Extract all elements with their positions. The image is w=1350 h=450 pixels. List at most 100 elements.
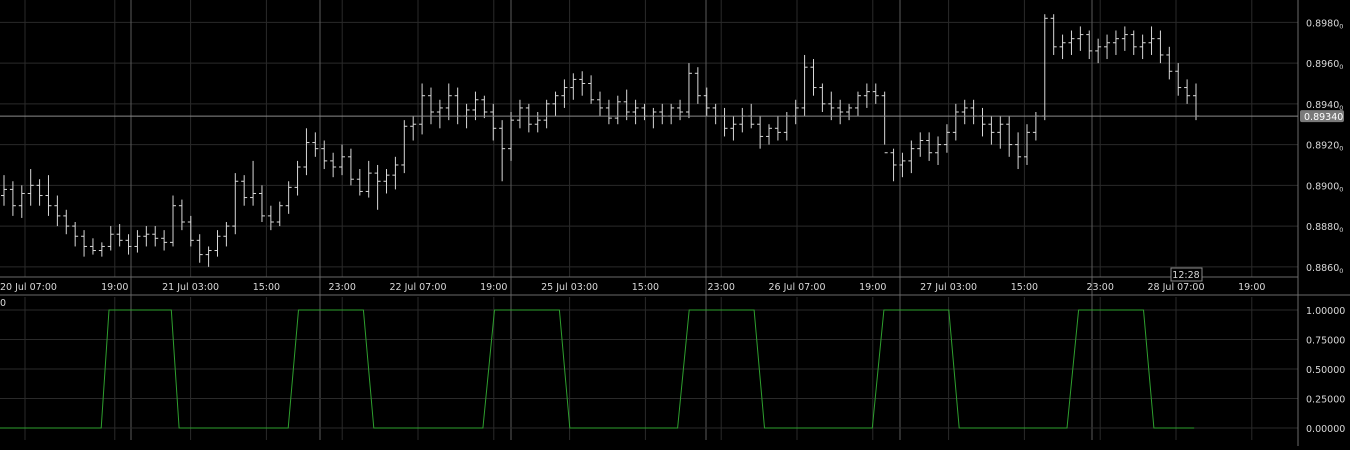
ohlc-bar <box>170 195 177 247</box>
ohlc-bar <box>650 107 657 129</box>
grid <box>0 0 1298 440</box>
ohlc-bar <box>641 103 648 121</box>
ohlc-bar <box>294 160 301 196</box>
current-price-label: 0.89340 <box>1304 112 1343 123</box>
time-tick-label: 23:00 <box>708 282 735 293</box>
ohlc-bar <box>614 95 621 125</box>
ohlc-bar <box>1193 83 1199 121</box>
ohlc-bar <box>205 246 212 267</box>
time-tick-label: 23:00 <box>1087 282 1114 293</box>
indicator-tick-label: 1.00000 <box>1306 306 1345 317</box>
ohlc-bar <box>819 83 826 112</box>
ohlc-bar <box>276 201 283 227</box>
ohlc-bar <box>846 103 853 121</box>
ohlc-bar <box>9 181 16 216</box>
ohlc-bar <box>721 107 728 137</box>
axes: 0.89800 0.89600 0.89400 0.89200 0.89000 0.888… <box>0 0 1350 446</box>
indicator-tick-label: 0.75000 <box>1306 336 1345 347</box>
ohlc-bar <box>214 230 221 257</box>
ohlc-bar <box>161 230 168 251</box>
time-tick-label: 19:00 <box>480 282 507 293</box>
time-tick-label: 23:00 <box>329 282 356 293</box>
time-tick-label: 19:00 <box>859 282 886 293</box>
ohlc-bar <box>365 160 372 198</box>
ohlc-bar <box>374 164 381 210</box>
ohlc-bar <box>890 148 897 182</box>
time-tick-label: 19:00 <box>1238 282 1265 293</box>
time-tick-label: 20 Jul 07:00 <box>0 282 57 293</box>
ohlc-bar <box>979 107 986 137</box>
ohlc-bar <box>152 226 159 247</box>
ohlc-bar <box>757 116 764 149</box>
ohlc-bar <box>401 120 408 174</box>
ohlc-bar <box>27 169 34 206</box>
ohlc-bar <box>926 132 933 161</box>
ohlc-bar <box>810 59 817 96</box>
ohlc-bar <box>1139 34 1146 60</box>
time-tick-label: 27 Jul 03:00 <box>920 282 977 293</box>
ohlc-bar <box>668 103 675 125</box>
time-tick-label: 26 Jul 07:00 <box>769 282 826 293</box>
ohlc-bar <box>997 116 1004 149</box>
ohlc-bar <box>730 116 737 141</box>
time-tick-label: 22 Jul 07:00 <box>390 282 447 293</box>
ohlc-bar <box>1068 30 1075 55</box>
price-tick-label: 0.88600 <box>1306 263 1343 275</box>
ohlc-bar <box>1050 14 1057 55</box>
ohlc-bar <box>347 148 354 186</box>
ohlc-bar <box>739 107 746 133</box>
ohlc-bar <box>134 230 141 253</box>
ohlc-bar <box>392 156 399 190</box>
indicator-tick-label: 0.50000 <box>1306 365 1345 376</box>
ohlc-bar <box>1015 132 1022 170</box>
ohlc-bar <box>81 230 88 257</box>
price-tick-label: 0.89600 <box>1306 59 1343 71</box>
ohlc-bar <box>908 140 915 174</box>
crosshair-time-label: 12:28 <box>1172 270 1199 281</box>
ohlc-bar <box>178 199 185 231</box>
ohlc-bar <box>481 95 488 119</box>
ohlc-bar <box>258 185 265 222</box>
indicator-corner-label: 0 <box>0 298 6 309</box>
ohlc-bar <box>1184 79 1191 104</box>
ohlc-bar <box>490 103 497 141</box>
ohlc-bar <box>1086 30 1093 60</box>
ohlc-bar <box>677 99 684 121</box>
price-bars <box>1 14 1199 267</box>
ohlc-bar <box>445 83 452 121</box>
time-tick-label: 25 Jul 03:00 <box>541 282 598 293</box>
trading-chart[interactable]: 0.89800 0.89600 0.89400 0.89200 0.89000 0.888… <box>0 0 1350 446</box>
ohlc-bar <box>588 75 595 104</box>
ohlc-bar <box>881 91 888 154</box>
time-tick-label: 28 Jul 07:00 <box>1148 282 1205 293</box>
price-tick-label: 0.89400 <box>1306 100 1343 112</box>
ohlc-bar <box>623 89 630 121</box>
ohlc-bar <box>232 173 239 235</box>
time-tick-label: 15:00 <box>1011 282 1038 293</box>
ohlc-bar <box>410 116 417 141</box>
ohlc-bar <box>383 169 390 194</box>
ohlc-bar <box>1130 30 1137 55</box>
ohlc-bar <box>1104 34 1111 60</box>
ohlc-bar <box>952 103 959 141</box>
ohlc-bar <box>427 87 434 125</box>
ohlc-bar <box>579 71 586 96</box>
ohlc-bar <box>330 152 337 178</box>
time-tick-label: 15:00 <box>632 282 659 293</box>
ohlc-bar <box>499 120 506 182</box>
ohlc-bar <box>1112 30 1119 55</box>
ohlc-bar <box>508 112 515 161</box>
ohlc-bar <box>694 67 701 104</box>
ohlc-bar <box>45 175 52 216</box>
ohlc-bar <box>534 112 541 133</box>
ohlc-bar <box>801 54 808 117</box>
ohlc-bar <box>89 238 96 255</box>
ohlc-bar <box>988 116 995 145</box>
ohlc-bar <box>766 124 773 145</box>
chart-canvas[interactable]: 0.89800 0.89600 0.89400 0.89200 0.89000 0.888… <box>0 0 1350 446</box>
ohlc-bar <box>525 103 532 133</box>
ohlc-bar <box>241 175 248 206</box>
ohlc-bar <box>1006 116 1013 157</box>
ohlc-bar <box>63 209 70 235</box>
ohlc-bar <box>250 160 257 206</box>
